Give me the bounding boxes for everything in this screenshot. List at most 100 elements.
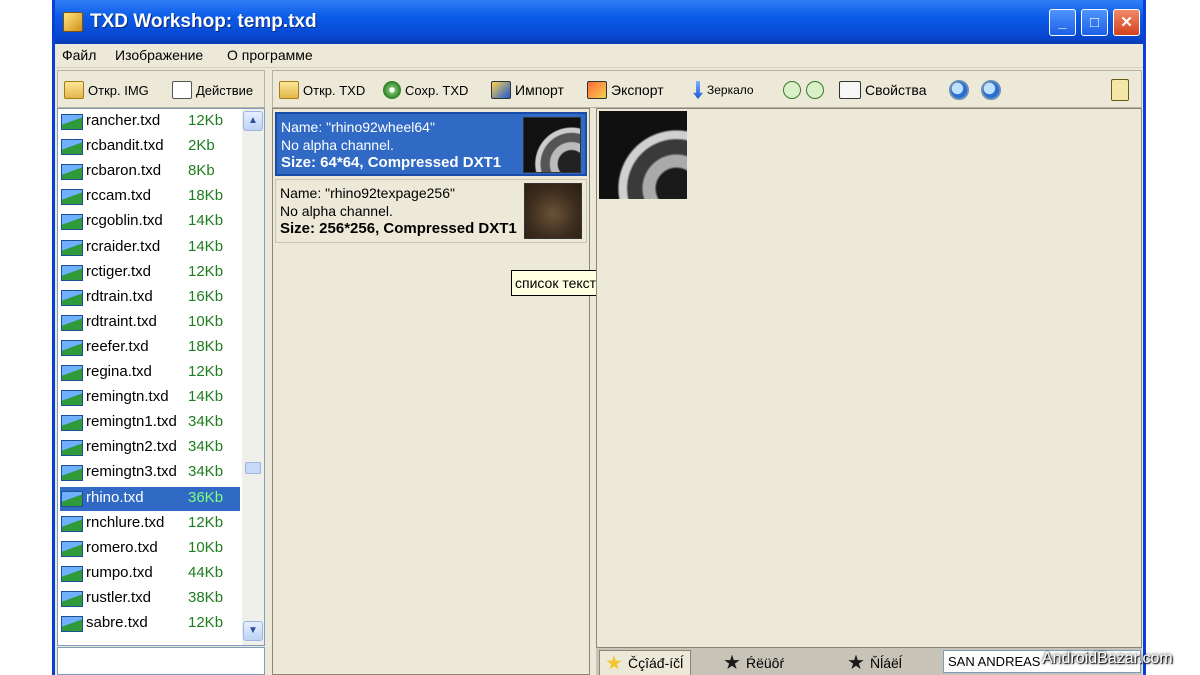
image-file-icon [61,415,83,432]
file-list-item[interactable]: remingtn.txd 14Kb [60,386,240,410]
open-txd-button[interactable]: Откр. TXD [279,77,365,103]
file-name: rccam.txd [86,187,152,205]
image-file-icon [61,365,83,381]
disc-icon [383,81,401,99]
zoom-out-button[interactable] [981,77,1005,103]
file-list[interactable]: rancher.txd 12Kb rcbandit.txd 2Kb rcbaron.tx… [57,108,265,646]
file-size: 10Kb [188,538,224,556]
file-list-item[interactable]: regina.txd 12Kb [60,361,240,385]
menu-about[interactable]: О программе [227,47,313,63]
file-list-item[interactable]: rccam.txd 18Kb [60,185,240,209]
image-file-icon [61,565,83,582]
texture-alpha: No alpha channel. [281,137,394,153]
minimize-button[interactable]: _ [1049,9,1076,36]
texture-preview-image [599,111,687,199]
image-file-icon [61,164,83,181]
tab-alpha[interactable]: Ŕëüôŕ [718,650,808,675]
window-title: TXD Workshop: temp.txd [90,11,317,32]
properties-icon [839,81,861,99]
file-size: 18Kb [188,337,224,355]
scroll-down-button[interactable]: ▼ [243,621,263,641]
texture-alpha: No alpha channel. [280,203,393,219]
tab-image[interactable]: Čçîáđ-íčĺ [599,650,691,675]
image-file-icon [61,214,83,231]
menu-file[interactable]: Файл [62,47,96,63]
texture-thumbnail [523,117,581,173]
file-list-item[interactable]: remingtn3.txd 34Kb [60,461,240,485]
file-size: 16Kb [188,287,224,305]
properties-button[interactable]: Свойства [839,77,926,103]
file-size: 36Kb [188,488,224,506]
zoom-in-button[interactable] [949,77,973,103]
texture-list[interactable]: Name: "rhino92wheel64" No alpha channel. S… [272,108,590,675]
app-window: TXD Workshop: temp.txd _ □ ✕ Файл Изобра… [52,0,1146,675]
export-button[interactable]: Экспорт [587,77,664,103]
file-list-item[interactable]: rdtrain.txd 16Kb [60,286,240,310]
mirror-arrow-icon [693,81,703,99]
mirror-button[interactable]: Зеркало [693,77,754,103]
file-list-item[interactable]: rustler.txd 38Kb [60,587,240,611]
file-size: 14Kb [188,388,224,406]
file-name: romero.txd [86,538,158,556]
action-label: Действие [196,82,254,98]
star-icon [848,654,864,670]
file-list-item[interactable]: rdtraint.txd 10Kb [60,311,240,335]
move-down-button[interactable] [806,77,828,103]
tab-alpha-label: Ŕëüôŕ [746,654,785,671]
file-size: 14Kb [188,212,224,230]
file-name: remingtn2.txd [86,438,177,456]
file-size: 18Kb [188,187,224,205]
scroll-up-button[interactable]: ▲ [243,111,263,131]
folder-icon [279,81,299,99]
file-list-item[interactable]: romero.txd 10Kb [60,537,240,561]
file-list-item[interactable]: rcraider.txd 14Kb [60,236,240,260]
import-label: Импорт [515,82,564,98]
texture-list-item[interactable]: Name: "rhino92texpage256" No alpha channe… [275,179,587,243]
tab-table[interactable]: Ňĺáëĺ [842,650,932,675]
notes-button[interactable] [1111,77,1133,103]
app-icon [63,12,83,32]
tab-image-label: Čçîáđ-íčĺ [628,655,684,671]
file-list-item[interactable]: rcbandit.txd 2Kb [60,135,240,159]
file-name: rcgoblin.txd [86,212,163,230]
scroll-thumb[interactable] [245,462,261,474]
open-img-button[interactable]: Откр. IMG [64,77,149,103]
file-size: 10Kb [188,312,224,330]
file-list-item[interactable]: rcgoblin.txd 14Kb [60,210,240,234]
image-file-icon [61,515,83,532]
star-icon [606,655,622,670]
file-list-scrollbar[interactable]: ▲ ▼ [242,109,264,645]
file-size: 44Kb [188,563,224,581]
file-size: 2Kb [188,137,215,155]
open-txd-label: Откр. TXD [303,82,366,98]
file-filter-input[interactable] [57,647,265,675]
action-button[interactable]: Действие [172,77,253,103]
image-file-icon [61,490,83,507]
file-list-item[interactable]: remingtn2.txd 34Kb [60,436,240,460]
file-list-item[interactable]: rhino.txd 36Kb [60,486,240,511]
file-list-item[interactable]: rctiger.txd 12Kb [60,261,240,285]
import-button[interactable]: Импорт [491,77,564,103]
texture-list-item[interactable]: Name: "rhino92wheel64" No alpha channel. S… [275,112,587,176]
file-list-item[interactable]: rancher.txd 12Kb [60,110,240,134]
file-list-item[interactable]: rcbaron.txd 8Kb [60,160,240,184]
image-file-icon [61,339,83,356]
save-txd-button[interactable]: Сохр. TXD [383,77,468,103]
move-up-button[interactable] [783,77,805,103]
action-icon [172,81,192,99]
title-bar[interactable]: TXD Workshop: temp.txd _ □ ✕ [55,0,1143,44]
file-list-item[interactable]: remingtn1.txd 34Kb [60,411,240,435]
close-button[interactable]: ✕ [1113,9,1140,36]
file-list-item[interactable]: sabre.txd 12Kb [60,612,240,636]
texture-size: Size: 256*256, Compressed DXT1 [280,220,517,237]
menu-image[interactable]: Изображение [115,47,203,63]
file-size: 14Kb [188,237,224,255]
file-list-item[interactable]: rumpo.txd 44Kb [60,562,240,586]
up-arrow-icon [783,81,801,99]
tab-table-label: Ňĺáëĺ [870,654,902,671]
maximize-button[interactable]: □ [1081,9,1108,36]
file-list-item[interactable]: rnchlure.txd 12Kb [60,512,240,536]
file-name: rustler.txd [86,588,152,606]
file-list-item[interactable]: reefer.txd 18Kb [60,336,240,360]
left-toolbar: Откр. IMG Действие [57,70,265,108]
